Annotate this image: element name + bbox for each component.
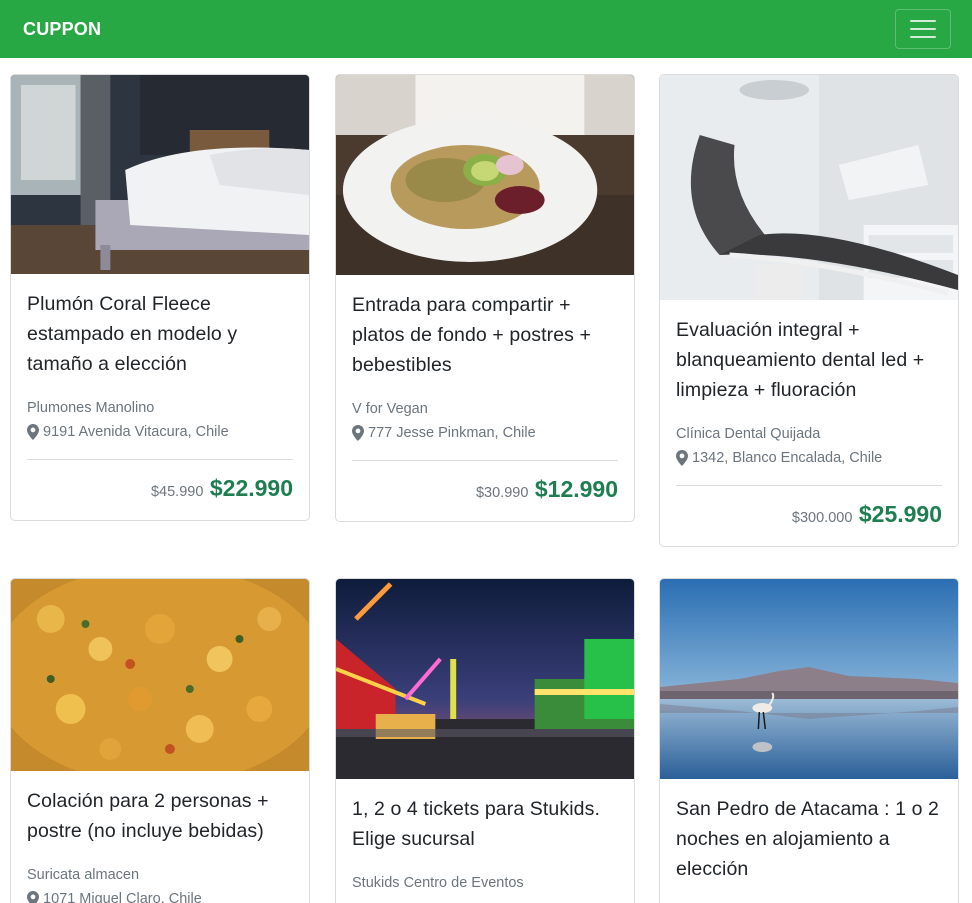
deal-title[interactable]: 1, 2 o 4 tickets para Stukids. Elige suc… xyxy=(352,794,618,854)
salad-plate-photo xyxy=(336,75,634,275)
merchant-name: Suricata almacen xyxy=(27,867,140,883)
address: 9191 Avenida Vitacura, Chile xyxy=(27,420,293,444)
food-dish-photo xyxy=(11,579,309,771)
discount-price: $25.990 xyxy=(858,501,942,527)
price-row: $45.990 $22.990 xyxy=(27,460,293,520)
deal-title[interactable]: Plumón Coral Fleece estampado en modelo … xyxy=(27,289,293,379)
original-price: $30.990 xyxy=(475,485,529,501)
deal-card[interactable]: 1, 2 o 4 tickets para Stukids. Elige suc… xyxy=(335,578,635,903)
deal-card[interactable]: Colación para 2 personas + postre (no in… xyxy=(10,578,310,903)
flamingo-lake-photo xyxy=(660,579,958,779)
deal-title[interactable]: Entrada para compartir + platos de fondo… xyxy=(352,290,618,380)
deal-title[interactable]: Colación para 2 personas + postre (no in… xyxy=(27,786,293,846)
price-row: $30.990 $12.990 xyxy=(352,461,618,521)
deal-card[interactable]: Evaluación integral + blanqueamiento den… xyxy=(659,74,959,547)
map-marker-icon xyxy=(27,891,39,903)
address: 1071 Miguel Claro, Chile xyxy=(27,887,293,903)
map-marker-icon xyxy=(676,450,688,466)
merchant-name: Clínica Dental Quijada xyxy=(676,426,821,442)
map-marker-icon xyxy=(27,424,39,440)
deal-card[interactable]: Plumón Coral Fleece estampado en modelo … xyxy=(10,74,310,521)
address: 1342, Blanco Encalada, Chile xyxy=(676,446,942,470)
amusement-park-photo xyxy=(336,579,634,779)
brand-logo[interactable]: CUPPON xyxy=(23,19,101,40)
bedroom-photo xyxy=(11,75,309,274)
deal-title[interactable]: San Pedro de Atacama : 1 o 2 noches en a… xyxy=(676,794,942,884)
dental-chair-photo xyxy=(660,75,958,300)
map-marker-icon xyxy=(352,425,364,441)
hamburger-icon[interactable] xyxy=(895,9,951,49)
original-price: $300.000 xyxy=(791,510,853,526)
address-text: 777 Jesse Pinkman, Chile xyxy=(368,425,536,441)
merchant-name: V for Vegan xyxy=(352,401,428,417)
address: 777 Jesse Pinkman, Chile xyxy=(352,421,618,445)
merchant-name: Plumones Manolino xyxy=(27,400,155,416)
address-text: 1071 Miguel Claro, Chile xyxy=(43,891,202,903)
deal-title[interactable]: Evaluación integral + blanqueamiento den… xyxy=(676,315,942,405)
original-price: $45.990 xyxy=(150,484,204,500)
navbar: CUPPON xyxy=(0,0,972,58)
discount-price: $12.990 xyxy=(534,476,618,502)
address-text: 9191 Avenida Vitacura, Chile xyxy=(43,424,229,440)
address-text: 1342, Blanco Encalada, Chile xyxy=(692,450,883,466)
deal-card[interactable]: Entrada para compartir + platos de fondo… xyxy=(335,74,635,522)
deal-card[interactable]: San Pedro de Atacama : 1 o 2 noches en a… xyxy=(659,578,959,903)
price-row: $300.000 $25.990 xyxy=(676,486,942,546)
discount-price: $22.990 xyxy=(209,475,293,501)
merchant-name: Stukids Centro de Eventos xyxy=(352,875,524,891)
